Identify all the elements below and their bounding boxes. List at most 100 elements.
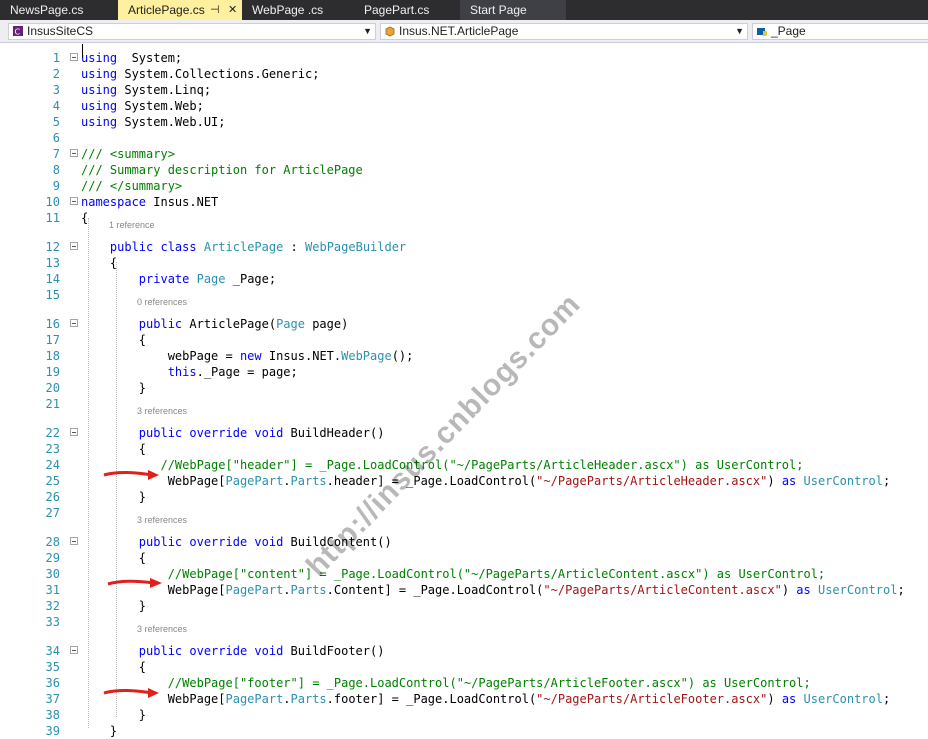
tab-label: Start Page <box>470 3 527 17</box>
code-token: as <box>796 583 811 597</box>
code-line[interactable]: 23 { <box>0 441 928 457</box>
code-line[interactable]: 13 { <box>0 255 928 271</box>
line-number: 34 <box>45 644 60 658</box>
code-token: ; <box>897 583 905 597</box>
code-line[interactable]: 2 using System.Collections.Generic; <box>0 66 928 82</box>
tab-articlepage[interactable]: ArticlePage.cs ⊣ ✕ <box>118 0 242 20</box>
document-tab-bar: NewsPage.cs ArticlePage.cs ⊣ ✕ WebPage .… <box>0 0 928 20</box>
code-text: WebPage[PagePart.Parts.header] = _Page.L… <box>81 473 891 489</box>
code-line[interactable]: 10 namespace Insus.NET <box>0 194 928 210</box>
line-number: 3 <box>52 83 60 97</box>
code-line[interactable]: 17 { <box>0 332 928 348</box>
member-dropdown[interactable]: _Page <box>752 23 928 40</box>
code-text: public override void BuildFooter() <box>81 643 385 659</box>
code-token: ArticlePage <box>203 240 284 254</box>
code-token: } <box>81 599 147 613</box>
code-token: "~/PageParts/ArticleHeader.ascx" <box>536 474 768 488</box>
codelens-references[interactable]: 3 references <box>137 624 187 634</box>
collapse-toggle-icon[interactable] <box>70 53 78 61</box>
code-token: namespace <box>81 195 147 209</box>
code-token: public override void <box>138 426 284 440</box>
code-token: UserControl <box>817 583 898 597</box>
code-line[interactable]: 38 } <box>0 707 928 723</box>
code-text: } <box>81 489 146 505</box>
code-token: public <box>138 317 183 331</box>
code-line[interactable]: 32 } <box>0 598 928 614</box>
code-token: public override void <box>138 535 284 549</box>
codelens-references[interactable]: 1 reference <box>109 220 155 230</box>
code-line[interactable]: 7 /// <summary> <box>0 146 928 162</box>
line-number: 15 <box>45 288 60 302</box>
code-line[interactable]: 28 public override void BuildContent() <box>0 534 928 550</box>
code-line[interactable]: 12 public class ArticlePage : WebPageBui… <box>0 239 928 255</box>
close-icon[interactable]: ✕ <box>228 0 237 20</box>
code-line[interactable]: 29 { <box>0 550 928 566</box>
code-token: } <box>81 724 118 738</box>
type-dropdown[interactable]: Insus.NET.ArticlePage ▼ <box>380 23 748 40</box>
project-dropdown[interactable]: C InsusSiteCS ▼ <box>8 23 376 40</box>
code-token: PagePart <box>225 583 284 597</box>
tab-webpage[interactable]: WebPage .cs <box>242 0 354 20</box>
chevron-down-icon: ▼ <box>363 26 372 36</box>
code-line[interactable]: 19 this._Page = page; <box>0 364 928 380</box>
code-line[interactable]: 34 public override void BuildFooter() <box>0 643 928 659</box>
collapse-toggle-icon[interactable] <box>70 242 78 250</box>
collapse-toggle-icon[interactable] <box>70 319 78 327</box>
line-number: 37 <box>45 692 60 706</box>
tab-pagepart[interactable]: PagePart.cs <box>354 0 460 20</box>
code-line[interactable]: 4 using System.Web; <box>0 98 928 114</box>
collapse-toggle-icon[interactable] <box>70 197 78 205</box>
pin-icon[interactable]: ⊣ <box>210 0 220 20</box>
line-number: 6 <box>52 131 60 145</box>
line-number: 11 <box>45 211 60 225</box>
code-token: : <box>283 240 306 254</box>
code-line[interactable]: 5 using System.Web.UI; <box>0 114 928 130</box>
code-text: /// <summary> <box>81 146 175 162</box>
code-text: namespace Insus.NET <box>81 194 218 210</box>
private-field-icon <box>756 25 768 37</box>
code-line[interactable]: 14 private Page _Page; <box>0 271 928 287</box>
code-line[interactable]: 35 { <box>0 659 928 675</box>
code-token: Insus.NET <box>146 195 219 209</box>
line-number: 19 <box>45 365 60 379</box>
line-number: 12 <box>45 240 60 254</box>
collapse-toggle-icon[interactable] <box>70 149 78 157</box>
collapse-toggle-icon[interactable] <box>70 646 78 654</box>
project-name: InsusSiteCS <box>27 24 94 38</box>
code-line[interactable]: 39 } <box>0 723 928 739</box>
codelens-references[interactable]: 3 references <box>137 515 187 525</box>
code-line[interactable]: 26 } <box>0 489 928 505</box>
line-number: 7 <box>52 147 60 161</box>
codelens-references[interactable]: 3 references <box>137 406 187 416</box>
collapse-toggle-icon[interactable] <box>70 428 78 436</box>
code-text: using System; <box>81 50 182 66</box>
collapse-toggle-icon[interactable] <box>70 537 78 545</box>
code-text: using System.Linq; <box>81 82 211 98</box>
tab-newspage[interactable]: NewsPage.cs <box>0 0 118 20</box>
code-token: { <box>81 442 147 456</box>
code-token: public class <box>109 240 197 254</box>
line-number: 17 <box>45 333 60 347</box>
line-number: 13 <box>45 256 60 270</box>
code-text: { <box>81 441 146 457</box>
code-text: } <box>81 723 117 739</box>
code-line[interactable]: 9 /// </summary> <box>0 178 928 194</box>
code-line[interactable]: 16 public ArticlePage(Page page) <box>0 316 928 332</box>
line-number: 31 <box>45 583 60 597</box>
code-line[interactable]: 8 /// Summary description for ArticlePage <box>0 162 928 178</box>
code-text: using System.Web; <box>81 98 204 114</box>
line-number: 14 <box>45 272 60 286</box>
codelens-references[interactable]: 0 references <box>137 297 187 307</box>
code-line[interactable]: 3 using System.Linq; <box>0 82 928 98</box>
tab-start-page[interactable]: Start Page <box>460 0 566 20</box>
code-line[interactable]: 18 webPage = new Insus.NET.WebPage(); <box>0 348 928 364</box>
line-number: 16 <box>45 317 60 331</box>
code-line[interactable]: 6 <box>0 130 928 146</box>
code-token: UserControl <box>803 692 883 706</box>
code-token: PagePart <box>225 692 284 706</box>
code-line[interactable]: 1 using System; <box>0 50 928 66</box>
code-token: } <box>81 708 147 722</box>
code-text: webPage = new Insus.NET.WebPage(); <box>81 348 414 364</box>
code-token: } <box>81 490 147 504</box>
